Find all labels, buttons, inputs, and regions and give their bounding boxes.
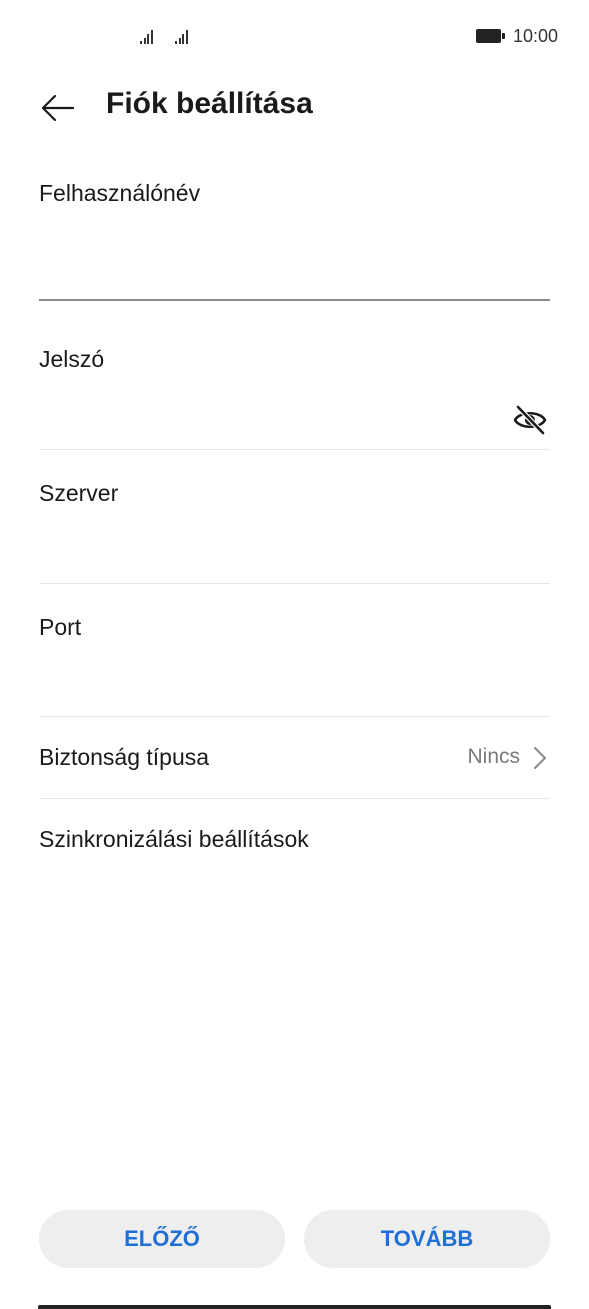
sync-settings-row[interactable]: Szinkronizálási beállítások <box>39 808 550 868</box>
security-type-row[interactable]: Biztonság típusa Nincs <box>39 726 550 799</box>
security-type-value: Nincs <box>467 745 520 768</box>
server-field-group: Szerver <box>39 480 550 584</box>
port-divider <box>39 716 550 717</box>
header: Fiók beállítása <box>0 78 589 138</box>
username-underline <box>39 299 550 301</box>
password-input[interactable] <box>39 402 499 442</box>
eye-off-icon[interactable] <box>512 402 548 438</box>
port-field-group: Port <box>39 614 550 718</box>
security-divider <box>39 798 550 799</box>
signal-icon <box>175 28 188 44</box>
page-title: Fiók beállítása <box>106 87 313 120</box>
signal-icon <box>140 28 153 44</box>
server-input[interactable] <box>39 536 550 576</box>
next-button[interactable]: TOVÁBB <box>304 1210 550 1268</box>
status-bar: 10:00 <box>0 0 589 72</box>
sync-settings-label: Szinkronizálási beállítások <box>39 826 309 852</box>
battery-icon <box>476 29 506 43</box>
back-arrow-icon[interactable] <box>38 88 78 128</box>
security-type-label: Biztonság típusa <box>39 744 210 770</box>
password-label: Jelszó <box>39 346 105 372</box>
password-divider <box>39 449 550 450</box>
previous-button[interactable]: ELŐZŐ <box>39 1210 285 1268</box>
port-input[interactable] <box>39 670 550 710</box>
server-label: Szerver <box>39 480 119 506</box>
username-field-group: Felhasználónév <box>39 180 550 302</box>
username-label: Felhasználónév <box>39 180 201 206</box>
server-divider <box>39 583 550 584</box>
username-input[interactable] <box>39 242 550 282</box>
chevron-right-icon <box>532 746 548 770</box>
password-field-group: Jelszó <box>39 346 550 450</box>
port-label: Port <box>39 614 82 640</box>
status-time: 10:00 <box>513 26 559 46</box>
home-indicator <box>38 1305 551 1309</box>
